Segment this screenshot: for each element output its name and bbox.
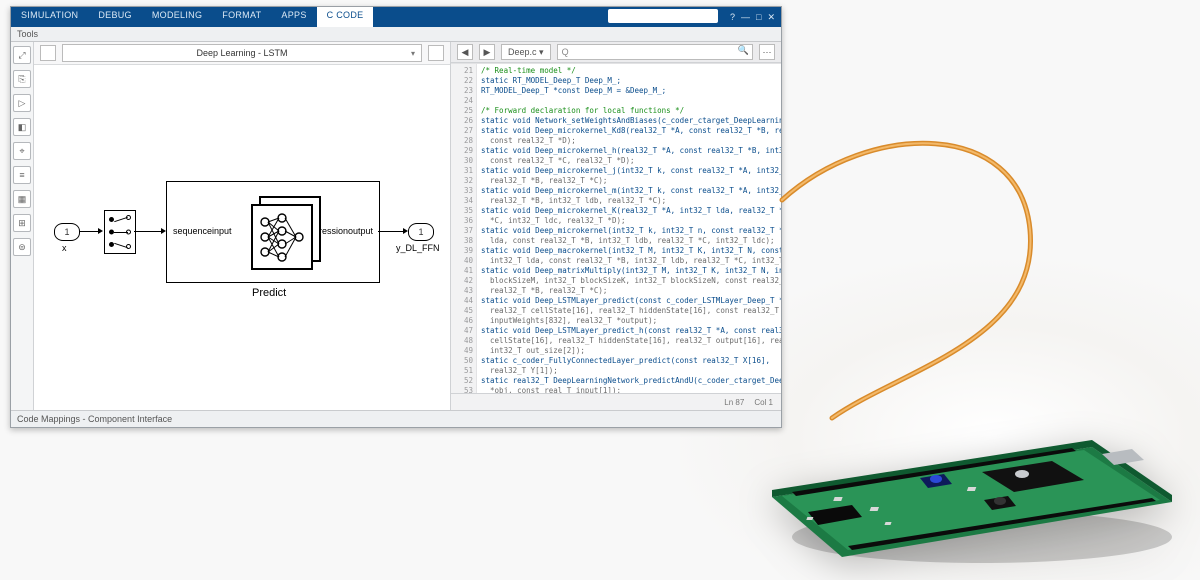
neural-net-icon bbox=[253, 206, 311, 268]
close-icon[interactable]: ✕ bbox=[767, 12, 775, 23]
inport-block[interactable]: 1 bbox=[54, 223, 80, 241]
hardware-board bbox=[752, 312, 1182, 572]
window-controls: ? — □ ✕ bbox=[724, 7, 781, 27]
wire bbox=[378, 231, 404, 232]
nav-up-icon[interactable] bbox=[40, 45, 56, 61]
help-icon[interactable]: ? bbox=[730, 12, 735, 22]
tab-simulation[interactable]: SIMULATION bbox=[11, 7, 88, 27]
wire bbox=[79, 231, 99, 232]
tab-modeling[interactable]: MODELING bbox=[142, 7, 212, 27]
wire bbox=[134, 231, 162, 232]
vbtn-2[interactable]: ▷ bbox=[13, 94, 31, 112]
vbtn-8[interactable]: ⊜ bbox=[13, 238, 31, 256]
demux-block[interactable] bbox=[104, 210, 136, 254]
model-dropdown[interactable]: Deep Learning - LSTM bbox=[62, 44, 422, 62]
canvas-extra-icon[interactable] bbox=[428, 45, 444, 61]
app-statusbar: Code Mappings - Component Interface bbox=[11, 410, 781, 427]
model-canvas[interactable]: 1 x bbox=[34, 65, 450, 410]
tab-format[interactable]: FORMAT bbox=[212, 7, 271, 27]
code-gutter: 21 22 23 24 25 26 27 28 29 30 31 32 33 3… bbox=[451, 64, 477, 393]
code-header: ◀ ▶ Deep.c ▾ Q ⋯ bbox=[451, 42, 781, 63]
vbtn-1[interactable]: ⎘ bbox=[13, 70, 31, 88]
vbtn-7[interactable]: ⊞ bbox=[13, 214, 31, 232]
sequenceinput-label: sequenceinput bbox=[173, 226, 232, 236]
code-body[interactable]: 21 22 23 24 25 26 27 28 29 30 31 32 33 3… bbox=[451, 63, 781, 393]
code-back-icon[interactable]: ◀ bbox=[457, 44, 473, 60]
code-file-label: Deep.c bbox=[508, 47, 537, 57]
tab-ccode[interactable]: C CODE bbox=[317, 7, 374, 27]
inport-label: x bbox=[62, 243, 67, 253]
vbtn-4[interactable]: ⌖ bbox=[13, 142, 31, 160]
outport-block[interactable]: 1 bbox=[408, 223, 434, 241]
code-col: Col 1 bbox=[754, 398, 773, 407]
toolstrip-sublabel: Tools bbox=[11, 27, 781, 42]
tab-apps[interactable]: APPS bbox=[271, 7, 316, 27]
simulink-window: SIMULATION DEBUG MODELING FORMAT APPS C … bbox=[10, 6, 782, 428]
vbtn-6[interactable]: ▦ bbox=[13, 190, 31, 208]
predict-block[interactable]: sequenceinput regressionoutput bbox=[166, 181, 380, 283]
minimize-icon[interactable]: — bbox=[741, 12, 750, 22]
model-canvas-area: Deep Learning - LSTM 1 x bbox=[34, 42, 451, 410]
vbtn-3[interactable]: ◧ bbox=[13, 118, 31, 136]
toolstrip-search[interactable] bbox=[608, 9, 718, 23]
canvas-topbar: Deep Learning - LSTM bbox=[34, 42, 450, 65]
toolstrip: SIMULATION DEBUG MODELING FORMAT APPS C … bbox=[11, 7, 781, 27]
code-ln: Ln 87 bbox=[724, 398, 744, 407]
board-illustration bbox=[752, 312, 1182, 572]
code-search-input[interactable]: Q bbox=[557, 44, 753, 60]
code-panel: ◀ ▶ Deep.c ▾ Q ⋯ 21 22 23 24 25 26 27 28… bbox=[451, 42, 781, 410]
code-lines: /* Real-time model */ static RT_MODEL_De… bbox=[477, 64, 781, 393]
outport-label: y_DL_FFN bbox=[396, 243, 440, 253]
predict-caption: Predict bbox=[252, 287, 286, 299]
code-file-dropdown[interactable]: Deep.c ▾ bbox=[501, 44, 551, 60]
vbtn-0[interactable]: ⤢ bbox=[13, 46, 31, 64]
code-fwd-icon[interactable]: ▶ bbox=[479, 44, 495, 60]
code-settings-icon[interactable]: ⋯ bbox=[759, 44, 775, 60]
arrow-icon bbox=[98, 228, 103, 234]
vbtn-5[interactable]: ≡ bbox=[13, 166, 31, 184]
tab-debug[interactable]: DEBUG bbox=[88, 7, 142, 27]
code-search-placeholder: Q bbox=[562, 47, 569, 57]
maximize-icon[interactable]: □ bbox=[756, 12, 761, 22]
vertical-toolbar: ⤢ ⎘ ▷ ◧ ⌖ ≡ ▦ ⊞ ⊜ bbox=[11, 42, 34, 410]
code-statusbar: Ln 87 Col 1 bbox=[451, 393, 781, 410]
